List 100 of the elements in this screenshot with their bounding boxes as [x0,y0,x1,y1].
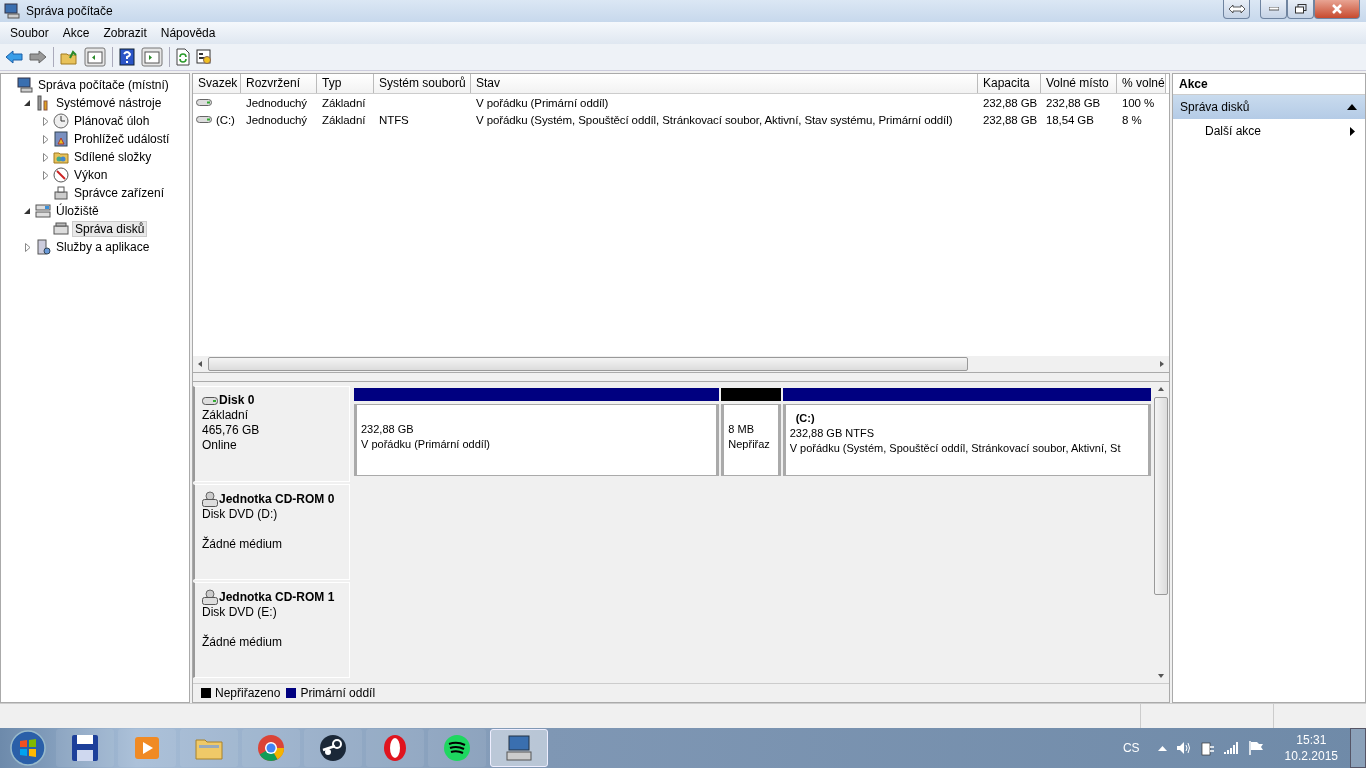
server-icon [35,239,51,255]
expanded-arrow-icon[interactable] [24,99,31,107]
forward-arrow-icon[interactable] [29,50,47,64]
menu-item[interactable]: Zobrazit [96,24,154,42]
close-icon [1331,4,1343,14]
restore-size-button[interactable] [1223,0,1250,19]
browser-icon [255,732,287,764]
minimize-icon [1268,7,1279,11]
clock-icon [53,113,69,129]
column-header[interactable]: Stav [471,74,978,93]
power-plug-icon[interactable] [1200,740,1215,756]
taskbar-button[interactable] [56,729,114,767]
scroll-right-arrow-icon[interactable] [1158,360,1166,368]
table-cell: Jednoduchý [246,96,308,109]
column-header[interactable]: % volné [1117,74,1166,93]
help-icon[interactable] [119,48,135,66]
partition-size: 232,88 GB [361,422,415,437]
show-desktop-button[interactable] [1350,728,1366,768]
column-header[interactable]: Svazek [193,74,241,93]
maximize-button[interactable] [1287,0,1314,19]
taskbar-button[interactable] [428,729,486,767]
tree-item[interactable]: Plánovač úloh [72,113,152,129]
tree-item[interactable]: Sdílené složky [72,149,154,165]
column-header[interactable]: Volné místo [1041,74,1117,93]
partition-status: V pořádku (Primární oddíl) [361,437,491,452]
submenu-arrow-icon [1350,126,1355,136]
collapse-arrow-icon [1347,104,1357,110]
expanded-arrow-icon[interactable] [24,207,31,215]
disk-type: Základní [202,408,250,423]
partition-panel[interactable]: 8 MB Nepřiřaz [721,404,781,476]
disk-name: Disk 0 [219,393,255,408]
back-arrow-icon[interactable] [5,50,23,64]
scroll-left-arrow-icon[interactable] [196,360,204,368]
actions-section-header[interactable]: Správa disků [1173,95,1365,119]
show-hidden-icons-arrow-icon[interactable] [1157,745,1167,751]
collapsed-arrow-icon[interactable] [42,116,49,126]
flag-icon[interactable] [1247,740,1264,756]
clock[interactable]: 15:31 10.2.2015 [1284,732,1338,764]
disk-status: Žádné médium [202,635,284,650]
scroll-up-arrow-icon[interactable] [1157,385,1165,393]
action-pane-icon[interactable] [141,47,163,67]
taskbar-button[interactable] [304,729,362,767]
disk-type: Disk DVD (D:) [202,507,279,522]
tree-item[interactable]: Úložiště [54,203,101,219]
window-title: Správa počítače [26,4,114,18]
partition-panel[interactable]: 232,88 GB V pořádku (Primární oddíl) [354,404,720,476]
signal-bars-icon[interactable] [1223,742,1239,754]
column-header[interactable]: Typ [317,74,374,93]
start-button[interactable] [8,728,48,768]
drive-icon [196,99,212,106]
tree-item[interactable]: Výkon [72,167,110,183]
collapsed-arrow-icon[interactable] [24,242,31,252]
menu-item[interactable]: Nápověda [153,24,223,42]
column-header[interactable]: Kapacita [978,74,1041,93]
table-cell: NTFS [379,113,409,126]
tree-item[interactable]: Služby a aplikace [54,239,152,255]
table-cell: Základní [322,113,366,126]
tree-item[interactable]: Prohlížeč událostí [72,131,172,147]
drive-icon [202,396,218,405]
disk-name: Jednotka CD-ROM 0 [219,491,335,507]
tree-item[interactable]: Správa počítače (místní) [36,77,171,93]
table-cell: V pořádku (Systém, Spouštěcí oddíl, Stránkovací soubor, Aktivní, Stav systému, Primární oddíl) [476,113,953,126]
scrollbar-thumb[interactable] [1154,397,1168,595]
storage-icon [35,203,51,219]
properties-icon[interactable] [196,49,212,65]
cd-drive-icon [202,589,218,605]
menu-item[interactable]: Akce [55,24,97,42]
scrollbar-thumb[interactable] [208,357,968,371]
refresh-icon[interactable] [176,48,190,66]
shared-folder-icon [53,149,69,165]
table-cell: 232,88 GB [983,113,1038,126]
computer-icon [17,77,33,93]
partition-panel[interactable]: (C:) 232,88 GB NTFS V pořádku (Systém, Spouštěcí oddíl, Stránkovací soubor, Aktivní, St [782,404,1151,476]
collapsed-arrow-icon[interactable] [42,170,49,180]
column-header[interactable]: Rozvržení [241,74,317,93]
printer-icon [53,185,69,201]
legend-label: Nepřiřazeno [215,686,281,700]
speaker-icon[interactable] [1175,741,1192,755]
column-header[interactable]: Systém souborů [374,74,471,93]
console-tree-icon[interactable] [84,47,106,67]
action-item[interactable]: Další akce [1173,119,1365,143]
close-button[interactable] [1314,0,1360,19]
disk-name: Jednotka CD-ROM 1 [219,589,335,605]
table-cell: 232,88 GB [1046,96,1101,109]
taskbar-button[interactable] [490,729,548,767]
collapsed-arrow-icon[interactable] [42,134,49,144]
table-cell: Základní [322,96,366,109]
disk-status: Online [202,438,238,453]
legend-label: Primární oddíl [300,686,376,700]
drive-icon [53,221,69,237]
folder-up-icon[interactable] [60,49,78,65]
collapsed-arrow-icon[interactable] [42,152,49,162]
scroll-down-arrow-icon[interactable] [1157,672,1165,680]
tree-item[interactable]: Správce zařízení [72,185,167,201]
disk-size: 465,76 GB [202,423,261,438]
tree-item[interactable]: Systémové nástroje [54,95,164,111]
table-cell: V pořádku (Primární oddíl) [476,96,609,109]
music-app-icon [441,732,473,764]
tree-item[interactable]: Správa disků [72,221,148,237]
menu-item[interactable]: Soubor [3,24,56,42]
